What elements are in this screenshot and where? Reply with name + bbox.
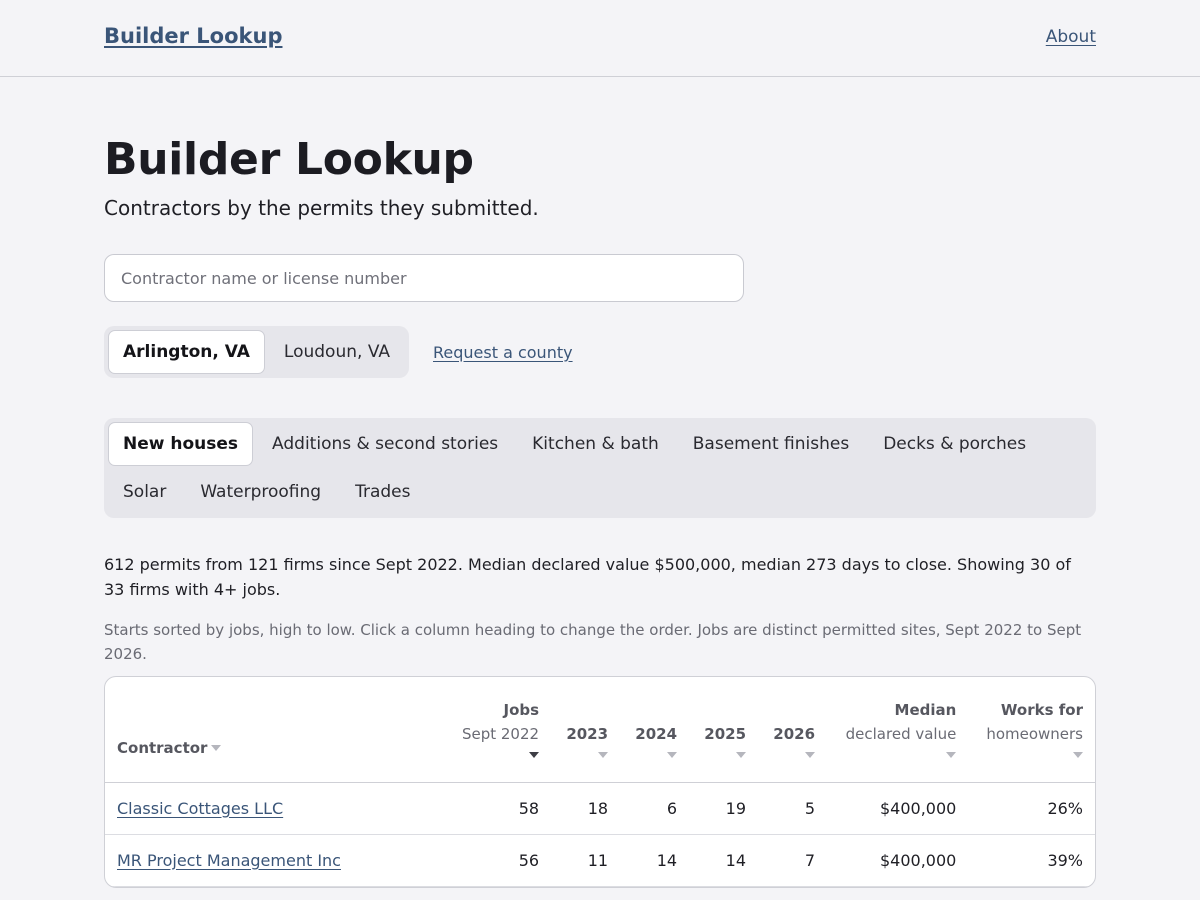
cell-2023: 18: [551, 782, 621, 835]
tab-additions[interactable]: Additions & second stories: [257, 422, 513, 466]
cell-2025: 19: [689, 782, 759, 835]
sort-arrow-icon: [805, 751, 816, 758]
sort-arrow-icon: [598, 751, 609, 758]
cell-jobs: 56: [445, 834, 552, 887]
cell-2024: 6: [620, 782, 690, 835]
cell-median: $400,000: [827, 782, 969, 835]
col-2025[interactable]: 2025: [689, 677, 759, 783]
cell-2024: 14: [620, 834, 690, 887]
tab-trades[interactable]: Trades: [340, 470, 425, 514]
col-works-for-homeowners[interactable]: Works for homeowners: [968, 677, 1095, 783]
contractor-link[interactable]: MR Project Management Inc: [117, 851, 341, 870]
cell-jobs: 58: [445, 782, 552, 835]
cell-works: 39%: [968, 834, 1095, 887]
tab-decks-porches[interactable]: Decks & porches: [868, 422, 1041, 466]
col-contractor[interactable]: Contractor: [105, 677, 445, 783]
cell-2026: 5: [758, 782, 828, 835]
col-jobs[interactable]: Jobs Sept 2022: [445, 677, 552, 783]
county-row: Arlington, VA Loudoun, VA Request a coun…: [104, 326, 1096, 378]
cell-2025: 14: [689, 834, 759, 887]
page-subtitle: Contractors by the permits they submitte…: [104, 196, 539, 220]
main-content: Builder Lookup Contractors by the permit…: [0, 135, 1200, 888]
cell-2026: 7: [758, 834, 828, 887]
tab-kitchen-bath[interactable]: Kitchen & bath: [517, 422, 674, 466]
search-input[interactable]: [104, 254, 744, 302]
page-title: Builder Lookup: [104, 134, 474, 185]
col-2023[interactable]: 2023: [551, 677, 621, 783]
county-selector: Arlington, VA Loudoun, VA: [104, 326, 409, 378]
sort-note: Starts sorted by jobs, high to low. Clic…: [104, 621, 1082, 663]
sort-arrow-icon: [946, 751, 957, 758]
tab-basement[interactable]: Basement finishes: [678, 422, 864, 466]
contractors-table: Contractor Jobs Sept 2022 2023 2024 2025…: [104, 676, 1096, 888]
table-row: MR Project Management Inc 56 11 14 14 7 …: [105, 834, 1095, 887]
sort-arrow-icon: [211, 745, 222, 751]
results-summary: 612 permits from 121 firms since Sept 20…: [104, 555, 1071, 599]
request-county-link[interactable]: Request a county: [433, 343, 573, 362]
tab-waterproofing[interactable]: Waterproofing: [185, 470, 336, 514]
sort-arrow-icon: [667, 751, 678, 758]
col-median-value[interactable]: Median declared value: [827, 677, 969, 783]
top-bar: Builder Lookup About: [0, 0, 1200, 77]
table-row: Classic Cottages LLC 58 18 6 19 5 $400,0…: [105, 782, 1095, 835]
tab-solar[interactable]: Solar: [108, 470, 181, 514]
county-loudoun[interactable]: Loudoun, VA: [269, 330, 405, 374]
cell-works: 26%: [968, 782, 1095, 835]
category-tabs: New houses Additions & second stories Ki…: [104, 418, 1096, 518]
sort-arrow-icon: [1073, 751, 1083, 758]
table-header-row: Contractor Jobs Sept 2022 2023 2024 2025…: [105, 677, 1095, 783]
brand-link[interactable]: Builder Lookup: [104, 24, 282, 48]
col-2026[interactable]: 2026: [758, 677, 828, 783]
cell-median: $400,000: [827, 834, 969, 887]
about-link[interactable]: About: [1046, 27, 1096, 47]
sort-arrow-active-icon: [529, 751, 540, 758]
cell-2023: 11: [551, 834, 621, 887]
county-arlington[interactable]: Arlington, VA: [108, 330, 265, 374]
tab-new-houses[interactable]: New houses: [108, 422, 254, 466]
contractor-link[interactable]: Classic Cottages LLC: [117, 799, 283, 818]
col-2024[interactable]: 2024: [620, 677, 690, 783]
sort-arrow-icon: [736, 751, 747, 758]
